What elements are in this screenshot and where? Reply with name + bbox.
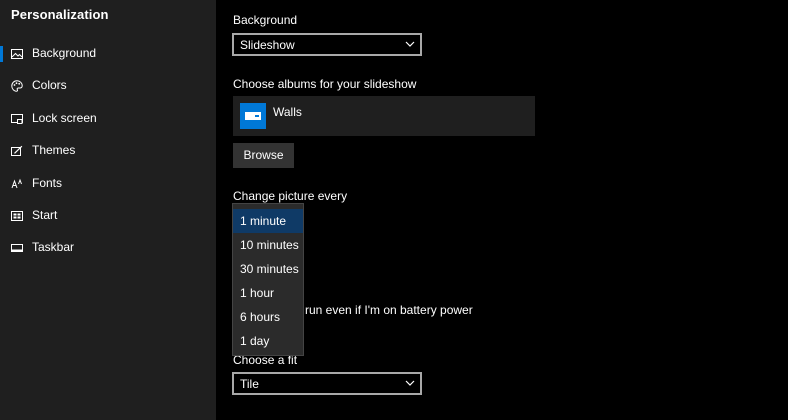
fonts-icon bbox=[11, 178, 22, 189]
dropdown-option[interactable]: 10 minutes bbox=[233, 233, 303, 257]
album-tile[interactable]: Walls bbox=[233, 96, 535, 136]
chevron-down-icon bbox=[405, 41, 415, 47]
albums-label: Choose albums for your slideshow bbox=[233, 77, 417, 91]
dropdown-option[interactable]: 1 minute bbox=[233, 209, 303, 233]
sidebar-item-label: Lock screen bbox=[32, 111, 97, 125]
dropdown-option[interactable]: 6 hours bbox=[233, 305, 303, 329]
album-icon bbox=[245, 112, 261, 120]
settings-window: Personalization Background Colors Lock s… bbox=[0, 0, 788, 420]
background-select[interactable]: Slideshow bbox=[232, 33, 422, 56]
sidebar-item-taskbar[interactable]: Taskbar bbox=[0, 233, 216, 263]
selected-indicator bbox=[0, 46, 3, 62]
lock-screen-icon bbox=[11, 114, 23, 124]
change-picture-label: Change picture every bbox=[233, 189, 348, 203]
sidebar-item-label: Start bbox=[32, 208, 58, 222]
picture-icon bbox=[11, 49, 23, 59]
dropdown-option[interactable]: 1 day bbox=[233, 329, 303, 353]
palette-icon bbox=[11, 80, 23, 92]
album-thumbnail bbox=[240, 103, 266, 129]
browse-button[interactable]: Browse bbox=[233, 143, 294, 168]
sidebar-item-label: Colors bbox=[32, 78, 67, 92]
dropdown-option[interactable]: 1 hour bbox=[233, 281, 303, 305]
sidebar-item-themes[interactable]: Themes bbox=[0, 136, 216, 166]
sidebar-item-background[interactable]: Background bbox=[0, 39, 216, 69]
sidebar-item-lock-screen[interactable]: Lock screen bbox=[0, 104, 216, 134]
sidebar-item-fonts[interactable]: Fonts bbox=[0, 169, 216, 199]
themes-icon bbox=[11, 145, 23, 156]
dropdown-option[interactable]: 30 minutes bbox=[233, 257, 303, 281]
start-icon bbox=[11, 211, 23, 221]
chevron-down-icon bbox=[405, 380, 415, 386]
battery-label: run even if I'm on battery power bbox=[305, 303, 473, 317]
sidebar-item-colors[interactable]: Colors bbox=[0, 71, 216, 101]
background-select-value: Slideshow bbox=[240, 38, 295, 52]
sidebar-item-label: Themes bbox=[32, 143, 76, 157]
fit-select-value: Tile bbox=[240, 377, 259, 391]
sidebar-title: Personalization bbox=[11, 7, 109, 22]
taskbar-icon bbox=[11, 244, 23, 252]
sidebar-item-label: Fonts bbox=[32, 176, 63, 190]
background-label: Background bbox=[233, 13, 298, 27]
fit-select[interactable]: Tile bbox=[232, 372, 422, 395]
sidebar-item-start[interactable]: Start bbox=[0, 201, 216, 231]
sidebar-item-label: Taskbar bbox=[32, 240, 75, 254]
album-name: Walls bbox=[273, 105, 302, 119]
change-picture-dropdown[interactable]: 1 minute 10 minutes 30 minutes 1 hour 6 … bbox=[232, 203, 304, 356]
sidebar: Personalization Background Colors Lock s… bbox=[0, 0, 216, 420]
sidebar-item-label: Background bbox=[32, 46, 97, 60]
